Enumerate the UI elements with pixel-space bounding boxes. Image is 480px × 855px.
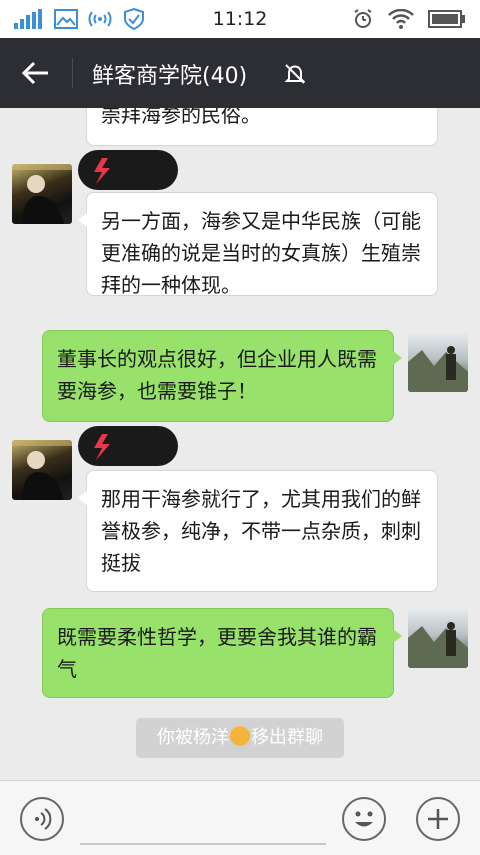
plus-icon [418,809,458,843]
avatar[interactable] [12,440,72,500]
message-text: 另一方面，海参又是中华民族（可能更准确的说是当时的女真族）生殖崇拜的一种体现。 [101,209,421,297]
message-bubble-incoming[interactable]: 另一方面，海参又是中华民族（可能更准确的说是当时的女真族）生殖崇拜的一种体现。 [78,192,438,297]
status-right-icons [352,7,466,31]
back-arrow-icon [16,61,56,95]
sender-name-redacted [78,150,178,190]
message-text: 那用干海参就行了，尤其用我们的鲜誉极参，纯净，不带一点杂质，刺刺挺拔 [101,487,421,575]
avatar[interactable] [12,164,72,224]
bubble-tail [393,629,402,643]
chat-header: 鲜客商学院(40) [0,38,480,108]
smile-emoji-icon [230,726,250,746]
bubble-tail [393,351,402,365]
message-bubble-incoming[interactable]: 那用干海参就行了，尤其用我们的鲜誉极参，纯净，不带一点杂质，刺刺挺拔 [78,470,438,592]
chat-title: 鲜客商学院(40) [92,64,248,89]
wifi-icon [388,9,414,29]
message-text: 崇拜海参的民俗。 [101,108,261,127]
battery-icon [428,10,466,28]
chat-area[interactable]: 崇拜海参的民俗。 另一方面，海参又是中华民族（可能更准确的说是当时的女真族）生殖… [0,108,480,780]
avatar[interactable] [408,332,468,392]
message-text: 董事长的观点很好，但企业用人既需要海参，也需要锥子！ [57,347,377,403]
system-notice-after: 移出群聊 [251,727,323,748]
input-bar [0,780,480,855]
plus-button[interactable] [416,797,460,841]
bubble-tail [78,491,87,505]
message-input[interactable] [80,843,326,845]
voice-icon [22,808,62,843]
message-text: 既需要柔性哲学，更要舍我其谁的霸气 [57,625,377,681]
emoji-button[interactable] [342,797,386,841]
back-button[interactable] [16,55,56,91]
bubble-tail [78,213,87,227]
message-bubble-outgoing[interactable]: 董事长的观点很好，但企业用人既需要海参，也需要锥子！ [42,330,402,422]
system-notice-before: 你被杨洋 [157,727,229,748]
sender-name-redacted [78,426,178,466]
system-notice: 你被杨洋 移出群聊 [136,718,344,758]
message-bubble-incoming[interactable]: 崇拜海参的民俗。 [86,108,438,146]
message-bubble-outgoing[interactable]: 既需要柔性哲学，更要舍我其谁的霸气 [42,608,402,698]
header-divider [72,58,73,88]
status-bar: 11:12 [0,0,480,38]
bell-muted-icon [283,62,307,90]
voice-button[interactable] [20,797,64,841]
avatar[interactable] [408,608,468,668]
emoji-icon [344,811,384,843]
alarm-icon [352,8,374,30]
